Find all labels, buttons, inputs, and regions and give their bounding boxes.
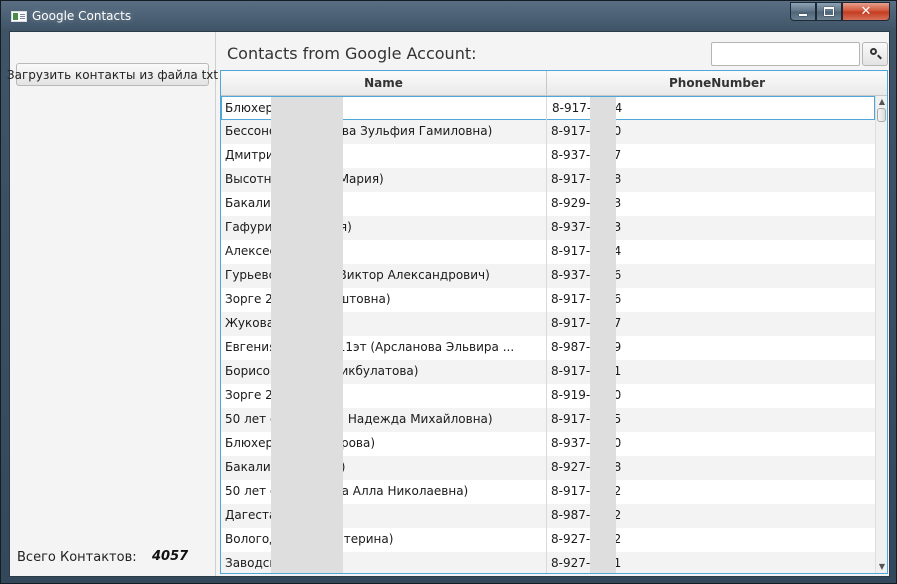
close-button[interactable]: ✕ — [842, 2, 890, 21]
contacts-table: Name PhoneNumber Блюхера 8-917- -894 Бессо… — [220, 70, 888, 574]
cell-name: Зорге 28 узель Раштовна) — [221, 288, 547, 312]
maximize-icon — [824, 7, 834, 16]
cell-name: Блюхера — [221, 97, 547, 121]
client-area: Загрузить контакты из файла txt Всего Ко… — [7, 31, 890, 577]
table-header: Name PhoneNumber — [221, 71, 887, 96]
cell-name: Борисогл Фаина Бикбулатова) — [221, 360, 547, 384]
sidebar: Загрузить контакты из файла txt Всего Ко… — [7, 32, 218, 576]
app-icon — [11, 11, 27, 22]
cell-name: Высотна исярина Мария) — [221, 168, 547, 192]
cell-name: Гурьевск (Грачев Виктор Александрович) — [221, 264, 547, 288]
cell-name: Вологод тлова Екатерина) — [221, 528, 547, 552]
main-panel: Contacts from Google Account: Name Phone… — [217, 32, 889, 576]
close-icon: ✕ — [860, 4, 872, 19]
maximize-button[interactable] — [816, 2, 842, 21]
load-contacts-button[interactable]: Загрузить контакты из файла txt — [7, 63, 218, 86]
column-header-phone[interactable]: PhoneNumber — [547, 71, 887, 95]
search-button[interactable] — [862, 42, 888, 66]
cell-name: Бессоно Фаризунова Зульфия Гамиловна) — [221, 120, 547, 144]
cell-name: Алексеев кая 11 — [221, 240, 547, 264]
cell-name: Блюхера ира Закирова) — [221, 432, 547, 456]
window-frame: Google Contacts ✕ Загрузить контакты из … — [0, 0, 897, 584]
title-bar[interactable]: Google Contacts ✕ — [1, 1, 897, 31]
cell-name: 50 лет ок алиулина Алла Николаевна) — [221, 480, 547, 504]
cell-name: Бакалин аргарита) — [221, 456, 547, 480]
window-title: Google Contacts — [32, 9, 132, 23]
page-title: Contacts from Google Account: — [227, 44, 477, 63]
cell-name: 50 лет со (Козлова Надежда Михайловна) — [221, 408, 547, 432]
redaction-block-phones — [590, 97, 616, 573]
scroll-down-icon[interactable]: ▼ — [877, 562, 887, 572]
column-header-name[interactable]: Name — [221, 71, 547, 95]
cell-name: Дагестан — [221, 504, 547, 528]
scroll-up-icon[interactable]: ▲ — [877, 97, 887, 107]
vertical-scrollbar[interactable]: ▲ ▼ — [875, 96, 887, 573]
cell-name: Жукова знецова) — [221, 312, 547, 336]
total-contacts-count: 4057 — [152, 549, 189, 564]
redaction-block-names — [271, 97, 343, 573]
cell-name: Заводска — [221, 552, 547, 573]
cell-name: Зорге 26 — [221, 384, 547, 408]
minimize-button[interactable] — [790, 2, 816, 21]
minimize-icon — [799, 14, 807, 16]
scrollbar-thumb[interactable] — [877, 108, 886, 122]
cell-name: Дмитрия 3-74 — [221, 144, 547, 168]
cell-name: Бакалин — [221, 192, 547, 216]
cell-name: Евгения а-236 2п 11эт (Арсланова Эльвира… — [221, 336, 547, 360]
search-input[interactable] — [711, 42, 860, 66]
total-contacts-label: Всего Контактов: — [17, 550, 137, 565]
cell-name: Гафури 9 а Альфия) — [221, 216, 547, 240]
search-icon — [870, 48, 877, 55]
